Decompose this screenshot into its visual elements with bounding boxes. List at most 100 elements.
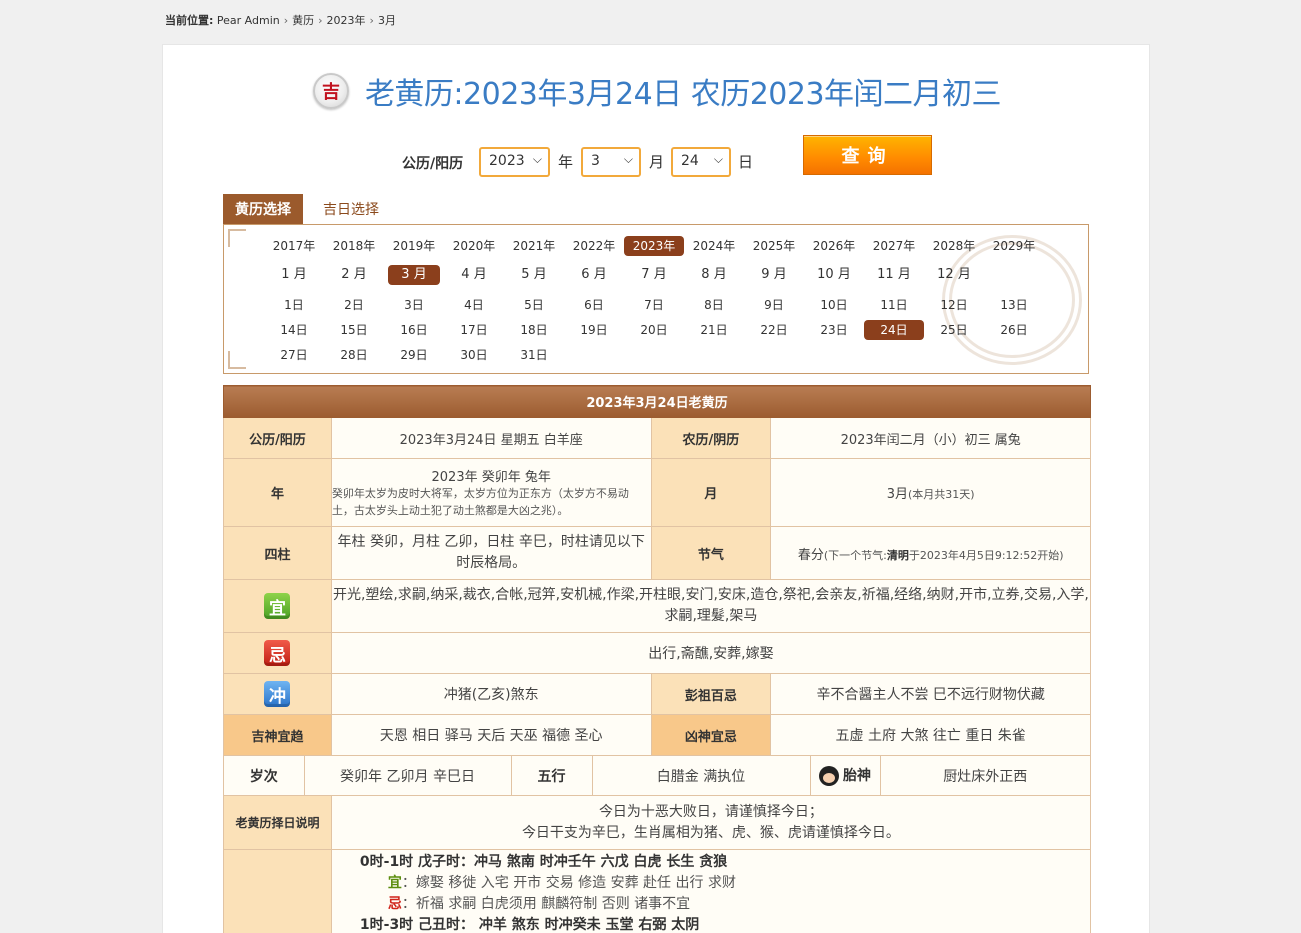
tab-almanac-select[interactable]: 黄历选择 xyxy=(223,194,303,224)
query-button[interactable]: 查询 xyxy=(803,135,932,175)
month-select-value: 3 xyxy=(591,153,600,169)
day-option[interactable]: 19日 xyxy=(564,320,624,340)
day-option[interactable]: 4日 xyxy=(444,295,504,315)
year-option-selected[interactable]: 2023年 xyxy=(624,236,684,256)
day-option[interactable]: 5日 xyxy=(504,295,564,315)
day-option[interactable]: 3日 xyxy=(384,295,444,315)
month-option[interactable]: 10 月 xyxy=(804,265,864,285)
day-option[interactable]: 22日 xyxy=(744,320,804,340)
picker-tabs: 黄历选择 吉日选择 xyxy=(223,194,391,224)
day-option-selected[interactable]: 24日 xyxy=(864,320,924,340)
chong-badge-icon: 冲 xyxy=(264,681,291,707)
year-option[interactable]: 2017年 xyxy=(264,236,324,256)
day-option[interactable]: 26日 xyxy=(984,320,1044,340)
explain-line-1: 今日为十恶大败日，请谨慎择今日； xyxy=(598,803,823,820)
jieqi-note-name: 清明 xyxy=(886,548,909,562)
month-option[interactable]: 8 月 xyxy=(684,265,744,285)
day-option[interactable]: 23日 xyxy=(804,320,864,340)
year-option[interactable]: 2020年 xyxy=(444,236,504,256)
year-row: 2017年 2018年 2019年 2020年 2021年 2022年 2023… xyxy=(264,236,1044,256)
chevron-right-icon: › xyxy=(318,14,323,27)
jieqi-note-suffix: 于2023年4月5日9:12:52开始) xyxy=(908,548,1064,562)
day-option[interactable]: 17日 xyxy=(444,320,504,340)
breadcrumb-item[interactable]: 2023年 xyxy=(327,14,366,27)
day-option[interactable]: 9日 xyxy=(744,295,804,315)
day-option[interactable]: 2日 xyxy=(324,295,384,315)
day-option[interactable]: 6日 xyxy=(564,295,624,315)
month-option[interactable]: 7 月 xyxy=(624,265,684,285)
day-option[interactable]: 18日 xyxy=(504,320,564,340)
wuxing-value: 白腊金 满执位 xyxy=(592,756,811,795)
year-option[interactable]: 2021年 xyxy=(504,236,564,256)
day-option[interactable]: 27日 xyxy=(264,345,324,365)
explain-label: 老黄历择日说明 xyxy=(223,795,332,850)
day-option[interactable]: 1日 xyxy=(264,295,324,315)
suici-inner-table: 岁次 癸卯年 乙卯月 辛巳日 五行 白腊金 满执位 胎神 厨灶床外正西 xyxy=(224,756,1090,795)
year-option[interactable]: 2029年 xyxy=(984,236,1044,256)
chevron-down-icon: ⌵ xyxy=(532,152,542,166)
year-main: 2023年 癸卯年 兔年 xyxy=(431,470,551,485)
month-select[interactable]: 3 ⌵ xyxy=(581,147,641,177)
taishen-label-cell: 胎神 xyxy=(810,756,881,795)
month-option-selected[interactable]: 3 月 xyxy=(388,265,440,285)
day-option[interactable]: 25日 xyxy=(924,320,984,340)
day-option[interactable]: 12日 xyxy=(924,295,984,315)
year-option[interactable]: 2028年 xyxy=(924,236,984,256)
day-option[interactable]: 10日 xyxy=(804,295,864,315)
year-option[interactable]: 2018年 xyxy=(324,236,384,256)
breadcrumb-item[interactable]: Pear Admin xyxy=(217,14,280,27)
day-option[interactable]: 21日 xyxy=(684,320,744,340)
day-option[interactable]: 30日 xyxy=(444,345,504,365)
year-option[interactable]: 2024年 xyxy=(684,236,744,256)
hour-ji-mark: 忌 xyxy=(387,896,402,912)
day-option[interactable]: 8日 xyxy=(684,295,744,315)
month-option[interactable]: 11 月 xyxy=(864,265,924,285)
chong-value: 冲猪(乙亥)煞东 xyxy=(330,673,652,715)
day-option[interactable]: 14日 xyxy=(264,320,324,340)
year-select[interactable]: 2023 ⌵ xyxy=(479,147,550,177)
almanac-header: 2023年3月24日老黄历 xyxy=(223,385,1091,418)
month-note: (本月共31天) xyxy=(908,488,975,501)
day-option[interactable]: 31日 xyxy=(504,345,564,365)
jishen-label: 吉神宜趋 xyxy=(223,714,332,756)
hour-0-yi: 宜：嫁娶 移徙 入宅 开市 交易 修造 安葬 赴任 出行 求财 xyxy=(387,875,736,891)
month-option[interactable]: 4 月 xyxy=(444,265,504,285)
day-option[interactable]: 29日 xyxy=(384,345,444,365)
day-option[interactable]: 28日 xyxy=(324,345,384,365)
wuxing-label: 五行 xyxy=(511,756,593,795)
day-option[interactable]: 13日 xyxy=(984,295,1044,315)
month-option[interactable]: 12 月 xyxy=(924,265,984,285)
month-option[interactable]: 5 月 xyxy=(504,265,564,285)
tab-auspicious-select[interactable]: 吉日选择 xyxy=(311,194,391,224)
year-option[interactable]: 2019年 xyxy=(384,236,444,256)
day-option[interactable]: 20日 xyxy=(624,320,684,340)
day-row-2: 14日 15日 16日 17日 18日 19日 20日 21日 22日 23日 … xyxy=(264,320,1044,340)
month-cell: 3月(本月共31天) xyxy=(770,458,1091,527)
day-option[interactable]: 11日 xyxy=(864,295,924,315)
jieqi-note-prefix: (下一个节气: xyxy=(823,548,887,562)
month-unit: 月 xyxy=(649,153,665,171)
year-option[interactable]: 2027年 xyxy=(864,236,924,256)
breadcrumb-label: 当前位置: xyxy=(165,14,214,27)
day-select[interactable]: 24 ⌵ xyxy=(671,147,731,177)
hours-label-cell xyxy=(223,849,332,933)
jieqi-cell: 春分(下一个节气:清明于2023年4月5日9:12:52开始) xyxy=(770,526,1091,580)
explain-line-2: 今日干支为辛巳，生肖属相为猪、虎、猴、虎请谨慎择今日。 xyxy=(521,824,900,841)
year-option[interactable]: 2026年 xyxy=(804,236,864,256)
corner-ornament xyxy=(228,351,246,369)
day-option[interactable]: 16日 xyxy=(384,320,444,340)
ji-badge-icon: 忌 xyxy=(264,640,291,666)
day-option[interactable]: 7日 xyxy=(624,295,684,315)
breadcrumb-item[interactable]: 3月 xyxy=(378,14,396,27)
breadcrumb-item[interactable]: 黄历 xyxy=(292,14,314,27)
xiongshen-label: 凶神宜忌 xyxy=(650,714,772,756)
day-option[interactable]: 15日 xyxy=(324,320,384,340)
year-option[interactable]: 2022年 xyxy=(564,236,624,256)
page-title: 老黄历:2023年3月24日 农历2023年闰二月初三 xyxy=(364,77,1002,112)
page-title-row: 吉 老黄历:2023年3月24日 农历2023年闰二月初三 xyxy=(163,69,1151,113)
month-option[interactable]: 9 月 xyxy=(744,265,804,285)
month-option[interactable]: 6 月 xyxy=(564,265,624,285)
year-option[interactable]: 2025年 xyxy=(744,236,804,256)
month-option[interactable]: 1 月 xyxy=(264,265,324,285)
month-option[interactable]: 2 月 xyxy=(324,265,384,285)
